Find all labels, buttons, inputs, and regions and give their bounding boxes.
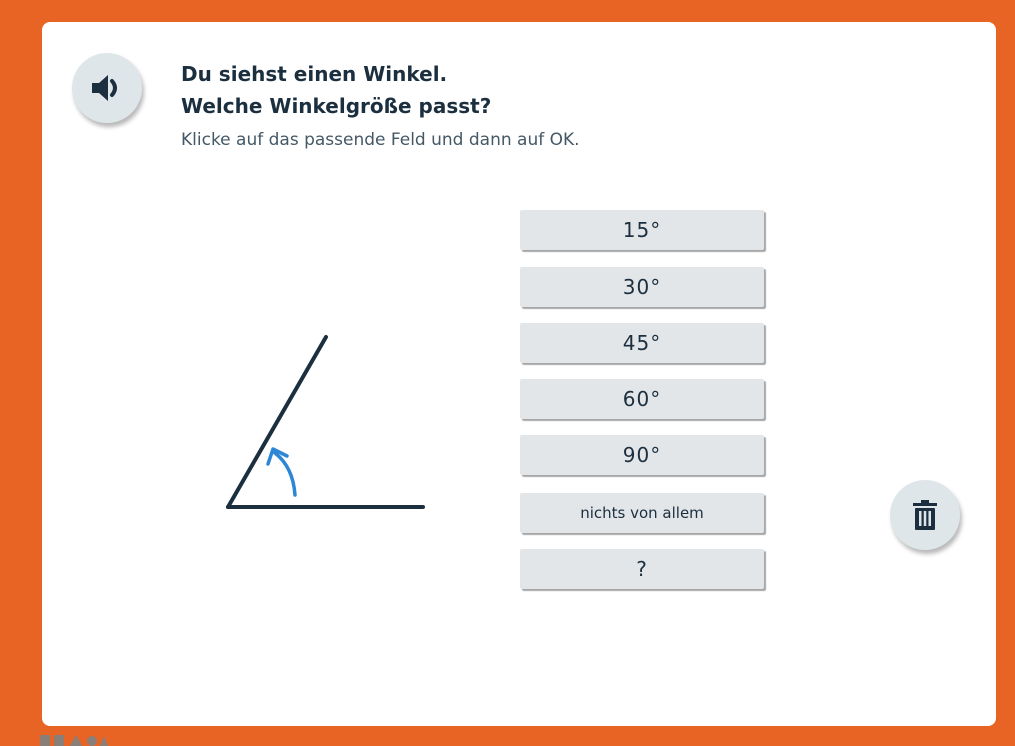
answer-unknown[interactable]: ? <box>520 549 764 589</box>
instruction-text: Klicke auf das passende Feld und dann au… <box>181 130 580 150</box>
angle-leg-upper <box>226 335 328 509</box>
footer-shapes-icon <box>40 735 108 746</box>
question-line-1: Du siehst einen Winkel. <box>181 62 448 86</box>
answer-none[interactable]: nichts von allem <box>520 493 764 533</box>
trash-icon <box>913 500 937 530</box>
answer-45[interactable]: 45° <box>520 323 764 363</box>
answer-30[interactable]: 30° <box>520 267 764 307</box>
speaker-icon <box>92 75 117 101</box>
answer-15[interactable]: 15° <box>520 210 764 250</box>
app-frame: Du siehst einen Winkel. Welche Winkelgrö… <box>0 0 1015 746</box>
read-aloud-button[interactable] <box>72 53 142 123</box>
question-line-2: Welche Winkelgröße passt? <box>181 94 492 118</box>
angle-arc-arrow <box>273 451 297 497</box>
exercise-card <box>42 22 996 726</box>
answer-60[interactable]: 60° <box>520 379 764 419</box>
clear-button[interactable] <box>890 480 960 550</box>
angle-figure <box>226 335 425 509</box>
answer-90[interactable]: 90° <box>520 435 764 475</box>
